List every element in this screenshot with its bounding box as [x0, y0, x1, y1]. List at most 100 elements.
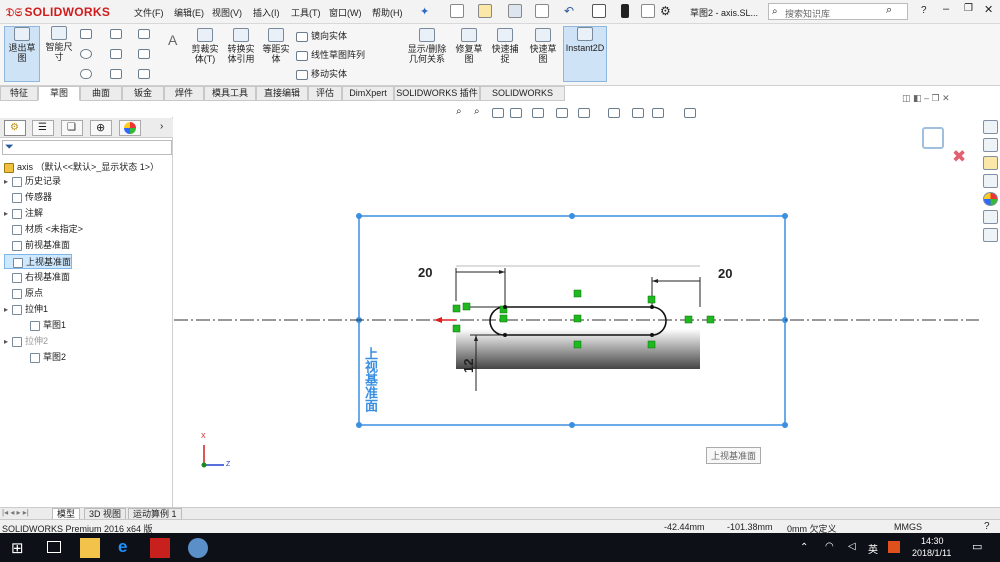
- volume-icon[interactable]: ◁: [848, 541, 856, 552]
- undo-icon[interactable]: ↶: [564, 4, 574, 18]
- tab-mold-tools[interactable]: 模具工具: [204, 86, 256, 101]
- offset-entities-button[interactable]: 等距实体: [260, 28, 292, 64]
- tab-direct-editing[interactable]: 直接编辑: [256, 86, 308, 101]
- design-library-icon[interactable]: [983, 138, 998, 152]
- graphics-area[interactable]: ⌕ ⌕ ◫ ◧ – ❐ ✕ ✖ 20 20 12 上视基准面 上视基准面 X Z: [174, 93, 979, 507]
- sogou-ime-icon[interactable]: [888, 541, 900, 553]
- tab-solidworks-mbd[interactable]: SOLIDWORKS MBD: [480, 86, 565, 111]
- menu-edit[interactable]: 编辑(E): [174, 6, 204, 19]
- file-properties-icon[interactable]: [641, 4, 655, 18]
- menu-file[interactable]: 文件(F): [134, 6, 164, 19]
- expand-arrow-icon[interactable]: ▸: [4, 305, 12, 314]
- task-view-icon[interactable]: [47, 541, 61, 553]
- tree-item[interactable]: ▸ 拉伸1: [4, 302, 48, 315]
- forum-icon[interactable]: [983, 228, 998, 242]
- app-taskbar-icon[interactable]: [188, 538, 208, 558]
- close-button[interactable]: ✕: [984, 3, 993, 16]
- tree-item[interactable]: 草图2: [22, 350, 66, 363]
- panel-expand-icon[interactable]: ›: [160, 121, 163, 132]
- tree-item[interactable]: 草图1: [22, 318, 66, 331]
- circle-tool-icon[interactable]: [80, 48, 95, 59]
- help-button[interactable]: ?: [921, 5, 927, 16]
- expand-arrow-icon[interactable]: ▸: [4, 177, 12, 186]
- tab-sketch[interactable]: 草图: [38, 86, 80, 101]
- mirror-entities-button[interactable]: 镜向实体: [296, 29, 347, 42]
- menu-tools[interactable]: 工具(T): [291, 6, 321, 19]
- status-help-icon[interactable]: ?: [984, 521, 990, 532]
- tab-solidworks-addins[interactable]: SOLIDWORKS 插件: [394, 86, 480, 101]
- dimension-right[interactable]: 20: [718, 266, 732, 281]
- tab-dimxpert[interactable]: DimXpert: [342, 86, 394, 101]
- tab-scroll-arrows[interactable]: |◂ ◂ ▸ ▸|: [2, 508, 29, 517]
- expand-arrow-icon[interactable]: ▸: [4, 209, 12, 218]
- solidworks-taskbar-icon[interactable]: [150, 538, 170, 558]
- repair-sketch-button[interactable]: 修复草图: [454, 28, 484, 64]
- property-manager-tab[interactable]: ☰: [32, 120, 54, 136]
- convert-entities-button[interactable]: 转换实体引用: [224, 28, 258, 64]
- tray-people-icon[interactable]: ⌃: [800, 542, 808, 553]
- dimxpert-manager-tab[interactable]: ⊕: [90, 120, 112, 136]
- tab-surface[interactable]: 曲面: [80, 86, 122, 101]
- tree-filter-input[interactable]: ⏷: [2, 140, 172, 155]
- custom-properties-icon[interactable]: [983, 210, 998, 224]
- polygon-tool-icon[interactable]: [138, 48, 153, 59]
- appearances-icon[interactable]: [983, 192, 998, 206]
- display-manager-tab[interactable]: [119, 120, 141, 136]
- file-explorer-icon[interactable]: [983, 156, 998, 170]
- menu-view[interactable]: 视图(V): [212, 6, 242, 19]
- trim-entities-button[interactable]: 剪裁实体(T): [190, 28, 220, 64]
- search-magnifier-icon[interactable]: ⌕: [886, 4, 892, 17]
- network-icon[interactable]: ◠: [825, 541, 834, 552]
- tree-item[interactable]: ▸ 拉伸2: [4, 334, 48, 347]
- print-icon[interactable]: [535, 4, 549, 18]
- dimension-left[interactable]: 20: [418, 265, 432, 280]
- tree-item[interactable]: ▸ 历史记录: [4, 174, 61, 187]
- point-tool-icon[interactable]: [110, 68, 125, 79]
- save-icon[interactable]: [508, 4, 522, 18]
- rapid-sketch-button[interactable]: 快速草图: [528, 28, 558, 64]
- clock-date[interactable]: 2018/1/11: [912, 548, 951, 558]
- feature-manager-tab[interactable]: ⚙: [4, 120, 26, 136]
- fillet-tool-icon[interactable]: [138, 68, 153, 79]
- menu-window[interactable]: 窗口(W): [329, 6, 362, 19]
- edge-browser-icon[interactable]: e: [118, 537, 127, 557]
- exit-sketch-button[interactable]: 退出草图: [4, 26, 40, 82]
- dimension-vertical[interactable]: 12: [461, 359, 476, 373]
- display-relations-button[interactable]: 显示/删除几何关系: [404, 28, 450, 64]
- minimize-button[interactable]: –: [943, 3, 949, 15]
- tree-item[interactable]: 原点: [4, 286, 43, 299]
- tree-item[interactable]: ▸ 注解: [4, 206, 43, 219]
- unit-system[interactable]: MMGS: [894, 522, 922, 532]
- spline-tool-icon[interactable]: [138, 28, 153, 39]
- tree-item[interactable]: 上视基准面: [4, 254, 73, 269]
- line-tool-icon[interactable]: [80, 28, 95, 39]
- linear-pattern-button[interactable]: 线性草图阵列: [296, 48, 365, 61]
- new-file-icon[interactable]: [450, 4, 464, 18]
- text-tool-icon[interactable]: A: [168, 32, 177, 48]
- tab-sheet-metal[interactable]: 钣金: [122, 86, 164, 101]
- restore-button[interactable]: ❐: [964, 3, 973, 14]
- tree-item[interactable]: 右视基准面: [4, 270, 70, 283]
- windows-start-icon[interactable]: ⊞: [11, 539, 24, 557]
- expand-arrow-icon[interactable]: ▸: [4, 337, 12, 346]
- tree-item[interactable]: 传感器: [4, 190, 52, 203]
- traffic-light-icon[interactable]: [621, 4, 629, 18]
- options-gear-icon[interactable]: ⚙: [660, 4, 671, 18]
- pin-icon[interactable]: ✦: [420, 5, 429, 18]
- tab-weldments[interactable]: 焊件: [164, 86, 204, 101]
- smart-dimension-button[interactable]: 智能尺寸: [44, 26, 74, 62]
- open-folder-icon[interactable]: [478, 4, 492, 18]
- menu-insert[interactable]: 插入(I): [253, 6, 280, 19]
- move-entities-button[interactable]: 移动实体: [296, 67, 347, 80]
- tab-evaluate[interactable]: 评估: [308, 86, 342, 101]
- home-icon[interactable]: [983, 120, 998, 134]
- menu-help[interactable]: 帮助(H): [372, 6, 403, 19]
- tab-features[interactable]: 特征: [0, 86, 38, 101]
- quick-snaps-button[interactable]: 快速捕捉: [490, 28, 520, 64]
- arc-tool-icon[interactable]: [110, 48, 125, 59]
- rectangle-tool-icon[interactable]: [110, 28, 125, 39]
- tree-root[interactable]: axis （默认<<默认>_显示状态 1>）: [4, 160, 159, 173]
- clock-time[interactable]: 14:30: [921, 536, 944, 546]
- notification-center-icon[interactable]: ▭: [972, 540, 982, 553]
- select-cursor-icon[interactable]: [592, 4, 606, 18]
